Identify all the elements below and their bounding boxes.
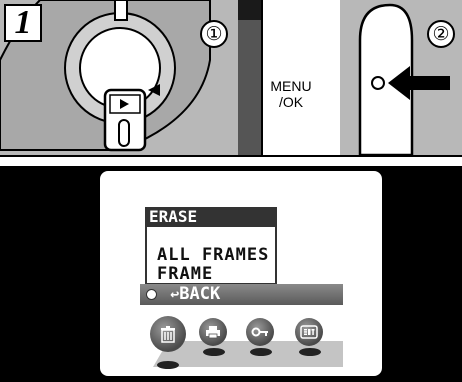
shadow-dot [157,361,179,369]
shadow-dot [299,348,321,356]
key-icon [251,327,268,337]
shadow-dot [203,348,225,356]
menu-ok-label: MENU /OK [256,78,326,110]
printer-icon [206,326,220,339]
lcd-section: ERASE ALL FRAMES FRAME ↩BACK [0,166,462,382]
step-number-badge: 1 [4,4,42,42]
set-badge-icon [300,325,318,339]
menu-ok-label-line1: MENU [270,78,312,94]
back-label: BACK [179,284,221,304]
menu-option-all-frames[interactable]: ALL FRAMES [157,245,269,265]
step-marker-1: ① [200,20,228,48]
mode-dial-panel: OF 1 ① [0,0,238,155]
menu-ok-label-line2: /OK [278,94,304,110]
protect-key-icon[interactable] [246,318,274,346]
back-bar[interactable]: ↩BACK [140,284,343,305]
menu-option-frame[interactable]: FRAME [157,264,213,284]
back-arrow-icon: ↩ [170,285,180,303]
trash-can-icon [161,326,175,343]
instruction-illustration: OF 1 ① MENU /OK ② [0,0,462,155]
shadow-dot [250,348,272,356]
step-marker-2: ② [427,20,455,48]
print-order-icon[interactable] [199,318,227,346]
set-icon[interactable] [295,318,323,346]
indicator-dot-icon [146,288,157,300]
section-divider [0,155,462,166]
erase-icon[interactable] [150,316,186,352]
button-press-panel: ② [340,0,462,155]
erase-menu-title: ERASE [145,207,277,227]
